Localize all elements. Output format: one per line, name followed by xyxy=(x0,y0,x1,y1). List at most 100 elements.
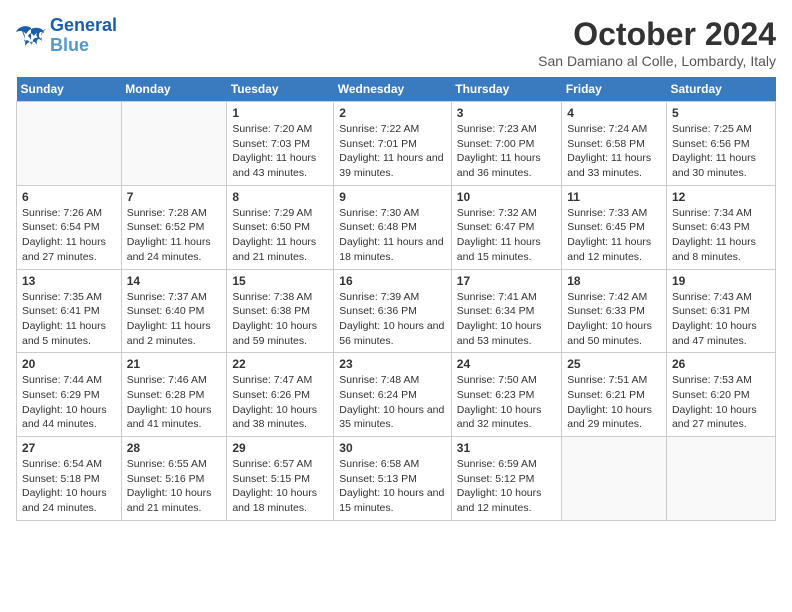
day-info: Sunrise: 7:29 AM Sunset: 6:50 PM Dayligh… xyxy=(232,206,328,265)
calendar-week-5: 27Sunrise: 6:54 AM Sunset: 5:18 PM Dayli… xyxy=(17,437,776,521)
day-number: 24 xyxy=(457,357,556,371)
day-number: 1 xyxy=(232,106,328,120)
calendar-cell: 7 Sunrise: 7:28 AM Sunset: 6:52 PM Daylig… xyxy=(121,185,227,269)
weekday-header-wednesday: Wednesday xyxy=(334,77,452,102)
location: San Damiano al Colle, Lombardy, Italy xyxy=(538,53,776,69)
calendar-cell: 22Sunrise: 7:47 AM Sunset: 6:26 PM Dayli… xyxy=(227,353,334,437)
calendar-cell: 5Sunrise: 7:25 AM Sunset: 6:56 PM Daylig… xyxy=(666,102,775,186)
day-number: 31 xyxy=(457,441,556,455)
day-info: Sunrise: 7:28 AM Sunset: 6:52 PM Dayligh… xyxy=(127,206,222,265)
calendar-cell: 13 Sunrise: 7:35 AM Sunset: 6:41 PM Dayli… xyxy=(17,269,122,353)
day-number: 28 xyxy=(127,441,222,455)
day-info: Sunrise: 7:38 AM Sunset: 6:38 PM Dayligh… xyxy=(232,290,328,349)
weekday-header-saturday: Saturday xyxy=(666,77,775,102)
calendar-cell xyxy=(121,102,227,186)
day-number: 4 xyxy=(567,106,661,120)
day-info: Sunrise: 7:47 AM Sunset: 6:26 PM Dayligh… xyxy=(232,373,328,432)
day-number: 14 xyxy=(127,274,222,288)
calendar-week-3: 13 Sunrise: 7:35 AM Sunset: 6:41 PM Dayli… xyxy=(17,269,776,353)
day-info: Sunrise: 7:22 AM Sunset: 7:01 PM Dayligh… xyxy=(339,122,446,181)
calendar-cell: 12 Sunrise: 7:34 AM Sunset: 6:43 PM Dayli… xyxy=(666,185,775,269)
title-block: October 2024 San Damiano al Colle, Lomba… xyxy=(538,16,776,69)
day-info: Sunrise: 7:46 AM Sunset: 6:28 PM Dayligh… xyxy=(127,373,222,432)
day-info: Sunrise: 7:25 AM Sunset: 6:56 PM Dayligh… xyxy=(672,122,770,181)
logo-icon xyxy=(16,24,46,48)
day-info: Sunrise: 7:37 AM Sunset: 6:40 PM Dayligh… xyxy=(127,290,222,349)
day-info: Sunrise: 7:43 AM Sunset: 6:31 PM Dayligh… xyxy=(672,290,770,349)
calendar-cell: 16Sunrise: 7:39 AM Sunset: 6:36 PM Dayli… xyxy=(334,269,452,353)
day-number: 20 xyxy=(22,357,116,371)
day-number: 9 xyxy=(339,190,446,204)
calendar-cell: 24 Sunrise: 7:50 AM Sunset: 6:23 PM Dayli… xyxy=(451,353,561,437)
day-info: Sunrise: 7:44 AM Sunset: 6:29 PM Dayligh… xyxy=(22,373,116,432)
calendar-cell: 23 Sunrise: 7:48 AM Sunset: 6:24 PM Dayli… xyxy=(334,353,452,437)
day-info: Sunrise: 7:23 AM Sunset: 7:00 PM Dayligh… xyxy=(457,122,556,181)
day-number: 6 xyxy=(22,190,116,204)
day-info: Sunrise: 7:30 AM Sunset: 6:48 PM Dayligh… xyxy=(339,206,446,265)
calendar-cell: 11 Sunrise: 7:33 AM Sunset: 6:45 PM Dayli… xyxy=(562,185,667,269)
day-number: 30 xyxy=(339,441,446,455)
day-number: 7 xyxy=(127,190,222,204)
day-number: 13 xyxy=(22,274,116,288)
calendar-table: SundayMondayTuesdayWednesdayThursdayFrid… xyxy=(16,77,776,521)
day-number: 23 xyxy=(339,357,446,371)
calendar-cell: 17Sunrise: 7:41 AM Sunset: 6:34 PM Dayli… xyxy=(451,269,561,353)
day-info: Sunrise: 7:34 AM Sunset: 6:43 PM Dayligh… xyxy=(672,206,770,265)
calendar-cell: 6Sunrise: 7:26 AM Sunset: 6:54 PM Daylig… xyxy=(17,185,122,269)
calendar-cell: 8 Sunrise: 7:29 AM Sunset: 6:50 PM Daylig… xyxy=(227,185,334,269)
day-info: Sunrise: 7:50 AM Sunset: 6:23 PM Dayligh… xyxy=(457,373,556,432)
page-header: General Blue October 2024 San Damiano al… xyxy=(16,16,776,69)
day-number: 11 xyxy=(567,190,661,204)
calendar-cell: 30 Sunrise: 6:58 AM Sunset: 5:13 PM Dayli… xyxy=(334,437,452,521)
day-info: Sunrise: 6:55 AM Sunset: 5:16 PM Dayligh… xyxy=(127,457,222,516)
day-number: 10 xyxy=(457,190,556,204)
month-title: October 2024 xyxy=(538,16,776,53)
calendar-cell: 3 Sunrise: 7:23 AM Sunset: 7:00 PM Daylig… xyxy=(451,102,561,186)
day-info: Sunrise: 7:24 AM Sunset: 6:58 PM Dayligh… xyxy=(567,122,661,181)
weekday-header-tuesday: Tuesday xyxy=(227,77,334,102)
calendar-week-2: 6Sunrise: 7:26 AM Sunset: 6:54 PM Daylig… xyxy=(17,185,776,269)
weekday-header-friday: Friday xyxy=(562,77,667,102)
calendar-cell: 1 Sunrise: 7:20 AM Sunset: 7:03 PM Daylig… xyxy=(227,102,334,186)
calendar-cell xyxy=(562,437,667,521)
day-info: Sunrise: 7:33 AM Sunset: 6:45 PM Dayligh… xyxy=(567,206,661,265)
calendar-cell: 26 Sunrise: 7:53 AM Sunset: 6:20 PM Dayli… xyxy=(666,353,775,437)
calendar-cell: 20 Sunrise: 7:44 AM Sunset: 6:29 PM Dayli… xyxy=(17,353,122,437)
calendar-week-4: 20 Sunrise: 7:44 AM Sunset: 6:29 PM Dayli… xyxy=(17,353,776,437)
day-number: 2 xyxy=(339,106,446,120)
day-number: 29 xyxy=(232,441,328,455)
logo-text: General Blue xyxy=(50,16,117,56)
day-info: Sunrise: 6:59 AM Sunset: 5:12 PM Dayligh… xyxy=(457,457,556,516)
logo: General Blue xyxy=(16,16,117,56)
day-number: 25 xyxy=(567,357,661,371)
calendar-cell: 2 Sunrise: 7:22 AM Sunset: 7:01 PM Daylig… xyxy=(334,102,452,186)
day-number: 12 xyxy=(672,190,770,204)
day-number: 8 xyxy=(232,190,328,204)
day-info: Sunrise: 7:20 AM Sunset: 7:03 PM Dayligh… xyxy=(232,122,328,181)
calendar-cell: 10Sunrise: 7:32 AM Sunset: 6:47 PM Dayli… xyxy=(451,185,561,269)
day-number: 26 xyxy=(672,357,770,371)
weekday-header-sunday: Sunday xyxy=(17,77,122,102)
weekday-header-monday: Monday xyxy=(121,77,227,102)
calendar-cell: 15Sunrise: 7:38 AM Sunset: 6:38 PM Dayli… xyxy=(227,269,334,353)
day-info: Sunrise: 7:42 AM Sunset: 6:33 PM Dayligh… xyxy=(567,290,661,349)
calendar-cell: 19 Sunrise: 7:43 AM Sunset: 6:31 PM Dayli… xyxy=(666,269,775,353)
day-number: 21 xyxy=(127,357,222,371)
calendar-cell: 18Sunrise: 7:42 AM Sunset: 6:33 PM Dayli… xyxy=(562,269,667,353)
day-info: Sunrise: 7:48 AM Sunset: 6:24 PM Dayligh… xyxy=(339,373,446,432)
calendar-cell: 9 Sunrise: 7:30 AM Sunset: 6:48 PM Daylig… xyxy=(334,185,452,269)
calendar-cell: 4 Sunrise: 7:24 AM Sunset: 6:58 PM Daylig… xyxy=(562,102,667,186)
day-info: Sunrise: 7:35 AM Sunset: 6:41 PM Dayligh… xyxy=(22,290,116,349)
day-info: Sunrise: 6:54 AM Sunset: 5:18 PM Dayligh… xyxy=(22,457,116,516)
day-info: Sunrise: 7:53 AM Sunset: 6:20 PM Dayligh… xyxy=(672,373,770,432)
day-number: 17 xyxy=(457,274,556,288)
weekday-header-thursday: Thursday xyxy=(451,77,561,102)
day-info: Sunrise: 6:57 AM Sunset: 5:15 PM Dayligh… xyxy=(232,457,328,516)
day-info: Sunrise: 7:39 AM Sunset: 6:36 PM Dayligh… xyxy=(339,290,446,349)
calendar-cell: 27Sunrise: 6:54 AM Sunset: 5:18 PM Dayli… xyxy=(17,437,122,521)
calendar-cell xyxy=(17,102,122,186)
day-info: Sunrise: 6:58 AM Sunset: 5:13 PM Dayligh… xyxy=(339,457,446,516)
day-number: 3 xyxy=(457,106,556,120)
day-number: 19 xyxy=(672,274,770,288)
calendar-cell: 29 Sunrise: 6:57 AM Sunset: 5:15 PM Dayli… xyxy=(227,437,334,521)
